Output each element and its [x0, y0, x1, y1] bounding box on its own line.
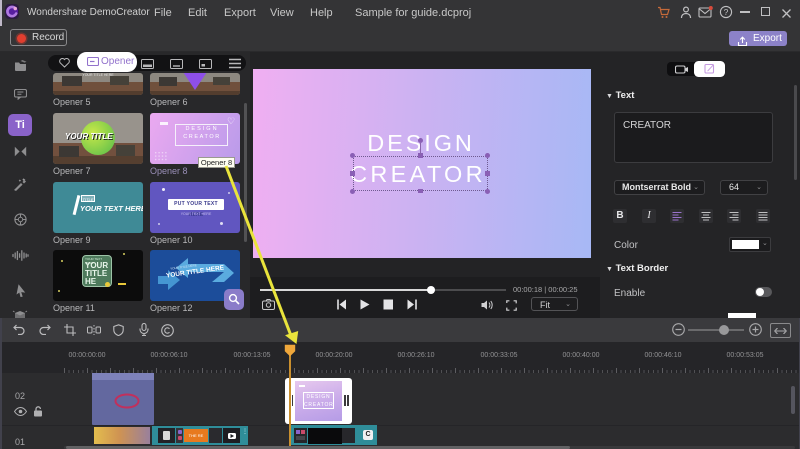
svg-text:?: ?	[724, 7, 729, 17]
